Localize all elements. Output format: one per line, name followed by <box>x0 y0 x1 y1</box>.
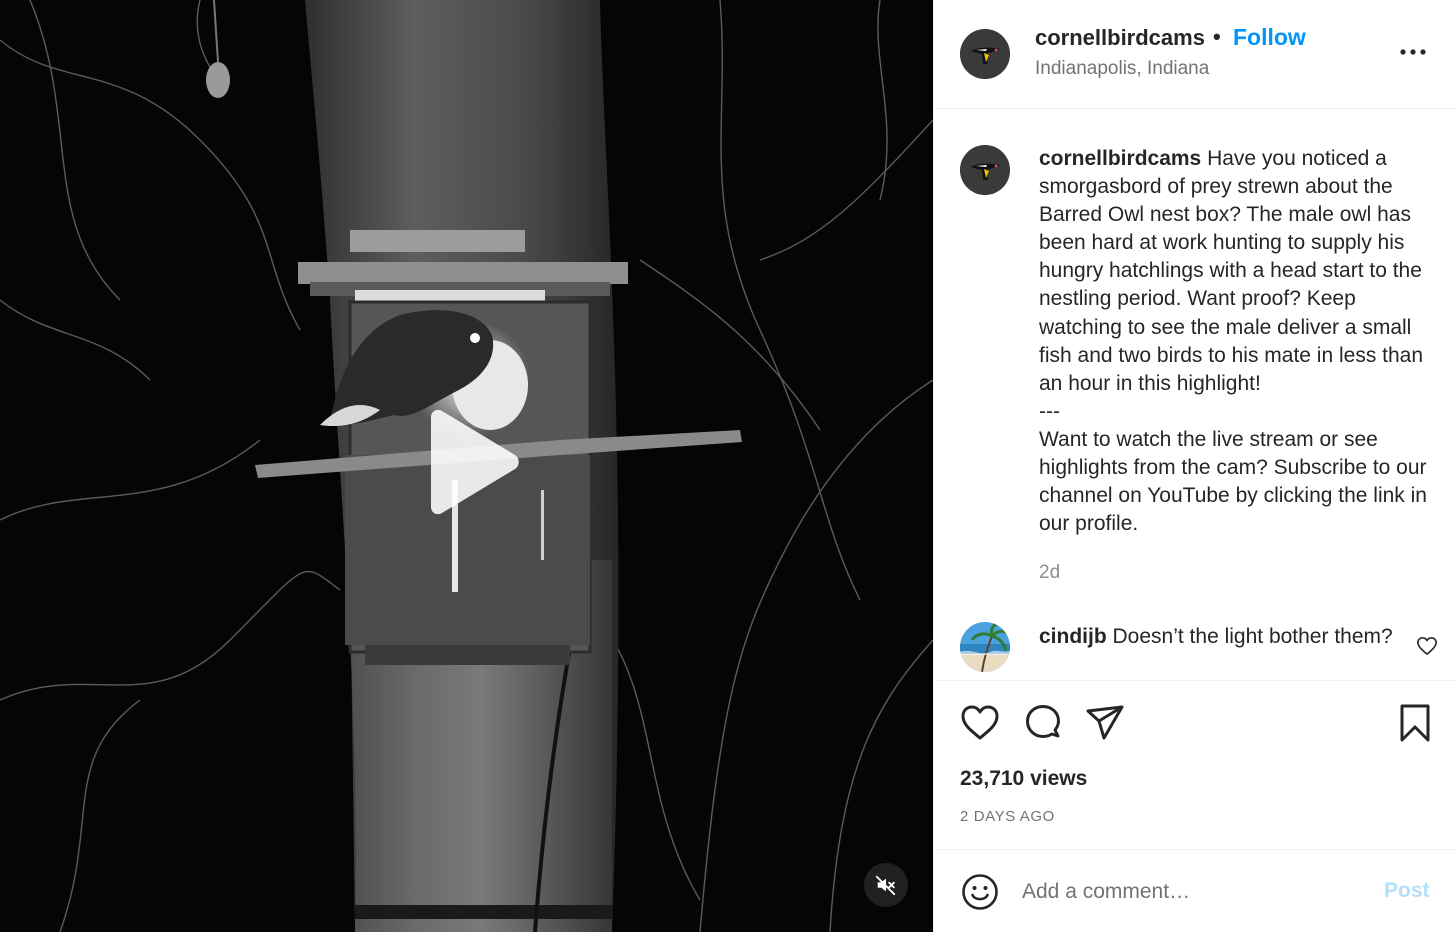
comment-body: Doesn’t the light bother them? <box>1112 625 1393 648</box>
post-location[interactable]: Indianapolis, Indiana <box>1035 58 1209 80</box>
play-icon[interactable] <box>421 409 521 515</box>
comments-section[interactable]: cornellbirdcams Have you noticed a smorg… <box>934 110 1456 680</box>
comment-bubble-icon[interactable] <box>1022 702 1064 744</box>
caption-username[interactable]: cornellbirdcams <box>1039 147 1201 170</box>
commenter-avatar[interactable] <box>960 622 1010 672</box>
comment-text: cindijb Doesn’t the light bother them? <box>1039 623 1399 651</box>
post-date: 2 DAYS AGO <box>960 808 1055 825</box>
mute-toggle-button[interactable] <box>864 863 908 907</box>
add-comment-bar: Post <box>934 851 1456 932</box>
caption-paragraph-1: Have you noticed a smorgasbord of prey s… <box>1039 147 1424 395</box>
caption-time-ago[interactable]: 2d <box>1039 562 1060 584</box>
like-comment-heart-icon[interactable] <box>1416 636 1438 656</box>
bird-logo-icon <box>960 29 1010 79</box>
caption-text: cornellbirdcams Have you noticed a smorg… <box>1039 145 1439 538</box>
header-separator: • <box>1213 24 1221 49</box>
beach-photo-avatar <box>960 622 1010 672</box>
author-username[interactable]: cornellbirdcams <box>1035 25 1205 51</box>
share-paper-plane-icon[interactable] <box>1084 702 1126 744</box>
post-actions: 23,710 views 2 DAYS AGO <box>934 680 1456 850</box>
caption-paragraph-2: Want to watch the live stream or see hig… <box>1039 427 1427 536</box>
comment-username[interactable]: cindijb <box>1039 625 1107 648</box>
save-bookmark-icon[interactable] <box>1394 702 1436 744</box>
post-side-panel: cornellbirdcams • Follow Indianapolis, I… <box>933 0 1456 932</box>
bird-logo-icon <box>960 145 1010 195</box>
view-count[interactable]: 23,710 views <box>960 767 1087 791</box>
caption-author-avatar[interactable] <box>960 145 1010 195</box>
like-heart-icon[interactable] <box>959 702 1001 744</box>
author-avatar[interactable] <box>960 29 1010 79</box>
more-horizontal-icon[interactable] <box>1398 40 1428 64</box>
speaker-muted-icon <box>875 875 896 896</box>
instagram-post-view: cornellbirdcams • Follow Indianapolis, I… <box>0 0 1456 932</box>
comment-input[interactable] <box>1022 871 1362 913</box>
follow-button[interactable]: Follow <box>1233 24 1306 51</box>
emoji-smiley-icon[interactable] <box>961 873 999 911</box>
post-comment-button[interactable]: Post <box>1384 879 1430 903</box>
caption-divider: --- <box>1039 399 1060 423</box>
post-header: cornellbirdcams • Follow Indianapolis, I… <box>934 0 1456 109</box>
video-player[interactable] <box>0 0 933 932</box>
